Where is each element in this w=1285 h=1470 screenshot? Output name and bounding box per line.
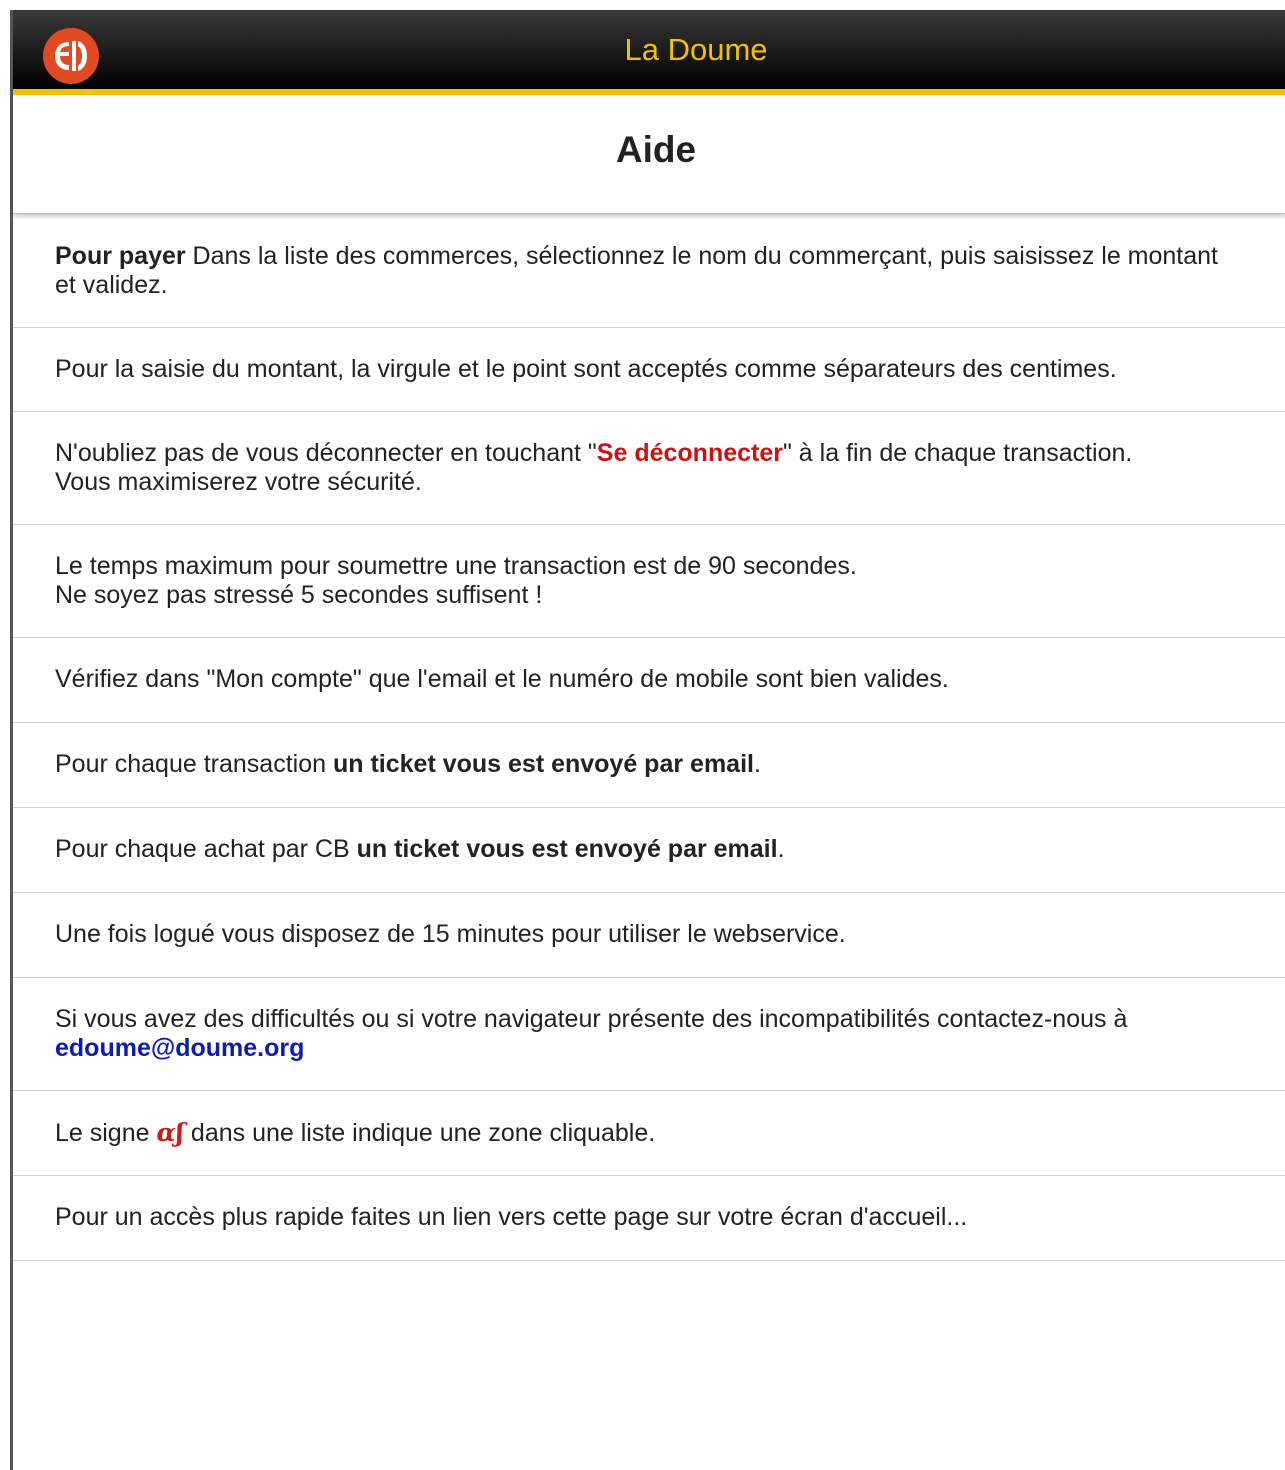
help-item-text: Pour la saisie du montant, la virgule et… bbox=[55, 355, 1117, 383]
help-item-text: N'oubliez pas de vous déconnecter en tou… bbox=[55, 439, 597, 467]
help-item-strong: Pour payer bbox=[55, 242, 186, 270]
help-item-text: Une fois logué vous disposez de 15 minut… bbox=[55, 920, 846, 948]
help-item-text: dans une liste indique une zone cliquabl… bbox=[183, 1119, 656, 1147]
help-item-clickable-sign: Le signe ɑʃ dans une liste indique une z… bbox=[13, 1091, 1285, 1176]
help-item-text: . bbox=[753, 750, 761, 778]
help-item-text: Pour chaque transaction bbox=[55, 750, 333, 778]
help-item-text: Pour chaque achat par CB bbox=[55, 835, 357, 863]
logout-link[interactable]: Se déconnecter bbox=[597, 439, 783, 467]
help-item-time-limit: Le temps maximum pour soumettre une tran… bbox=[13, 525, 1285, 638]
help-item-text: Pour un accès plus rapide faites un lien… bbox=[55, 1203, 968, 1231]
help-item-text: " à la fin de chaque transaction. bbox=[782, 439, 1133, 467]
help-item-text: Vous maximiserez votre sécurité. bbox=[55, 468, 422, 496]
help-list: Pour payer Dans la liste des commerces, … bbox=[13, 215, 1285, 1261]
help-item-payment: Pour payer Dans la liste des commerces, … bbox=[13, 215, 1285, 328]
help-item-strong: un ticket vous est envoyé par email bbox=[356, 835, 778, 863]
contact-email-link[interactable]: edoume@doume.org bbox=[55, 1034, 304, 1062]
title-band: Aide bbox=[13, 95, 1285, 214]
help-item-decimal-separator: Pour la saisie du montant, la virgule et… bbox=[13, 328, 1285, 412]
page-title: Aide bbox=[615, 129, 697, 170]
help-item-text: Le signe bbox=[55, 1119, 157, 1147]
help-item-session-time: Une fois logué vous disposez de 15 minut… bbox=[13, 893, 1285, 978]
help-item-contact: Si vous avez des difficultés ou si votre… bbox=[13, 978, 1285, 1091]
help-item-text: . bbox=[777, 835, 785, 863]
help-item-card-ticket: Pour chaque achat par CB un ticket vous … bbox=[13, 808, 1285, 893]
help-item-text: Vérifiez dans "Mon compte" que l'email e… bbox=[55, 665, 949, 693]
help-item-transaction-ticket: Pour chaque transaction un ticket vous e… bbox=[13, 723, 1285, 808]
help-item-logout: N'oubliez pas de vous déconnecter en tou… bbox=[13, 412, 1285, 525]
help-item-text: Si vous avez des difficultés ou si votre… bbox=[55, 1005, 1128, 1033]
help-item-line: Ne soyez pas stressé 5 secondes suffisen… bbox=[55, 581, 543, 609]
app-title: La Doume bbox=[624, 32, 768, 67]
top-strip bbox=[0, 0, 1285, 10]
help-item-account-check: Vérifiez dans "Mon compte" que l'email e… bbox=[13, 638, 1285, 723]
app-header: La Doume bbox=[13, 10, 1285, 89]
help-item-shortcut: Pour un accès plus rapide faites un lien… bbox=[13, 1176, 1285, 1261]
help-item-line: Le temps maximum pour soumettre une tran… bbox=[55, 552, 857, 580]
help-item-strong: un ticket vous est envoyé par email bbox=[332, 750, 754, 778]
clickable-sign-icon: ɑʃ bbox=[156, 1118, 184, 1147]
help-item-text: Dans la liste des commerces, sélectionne… bbox=[55, 242, 1218, 299]
